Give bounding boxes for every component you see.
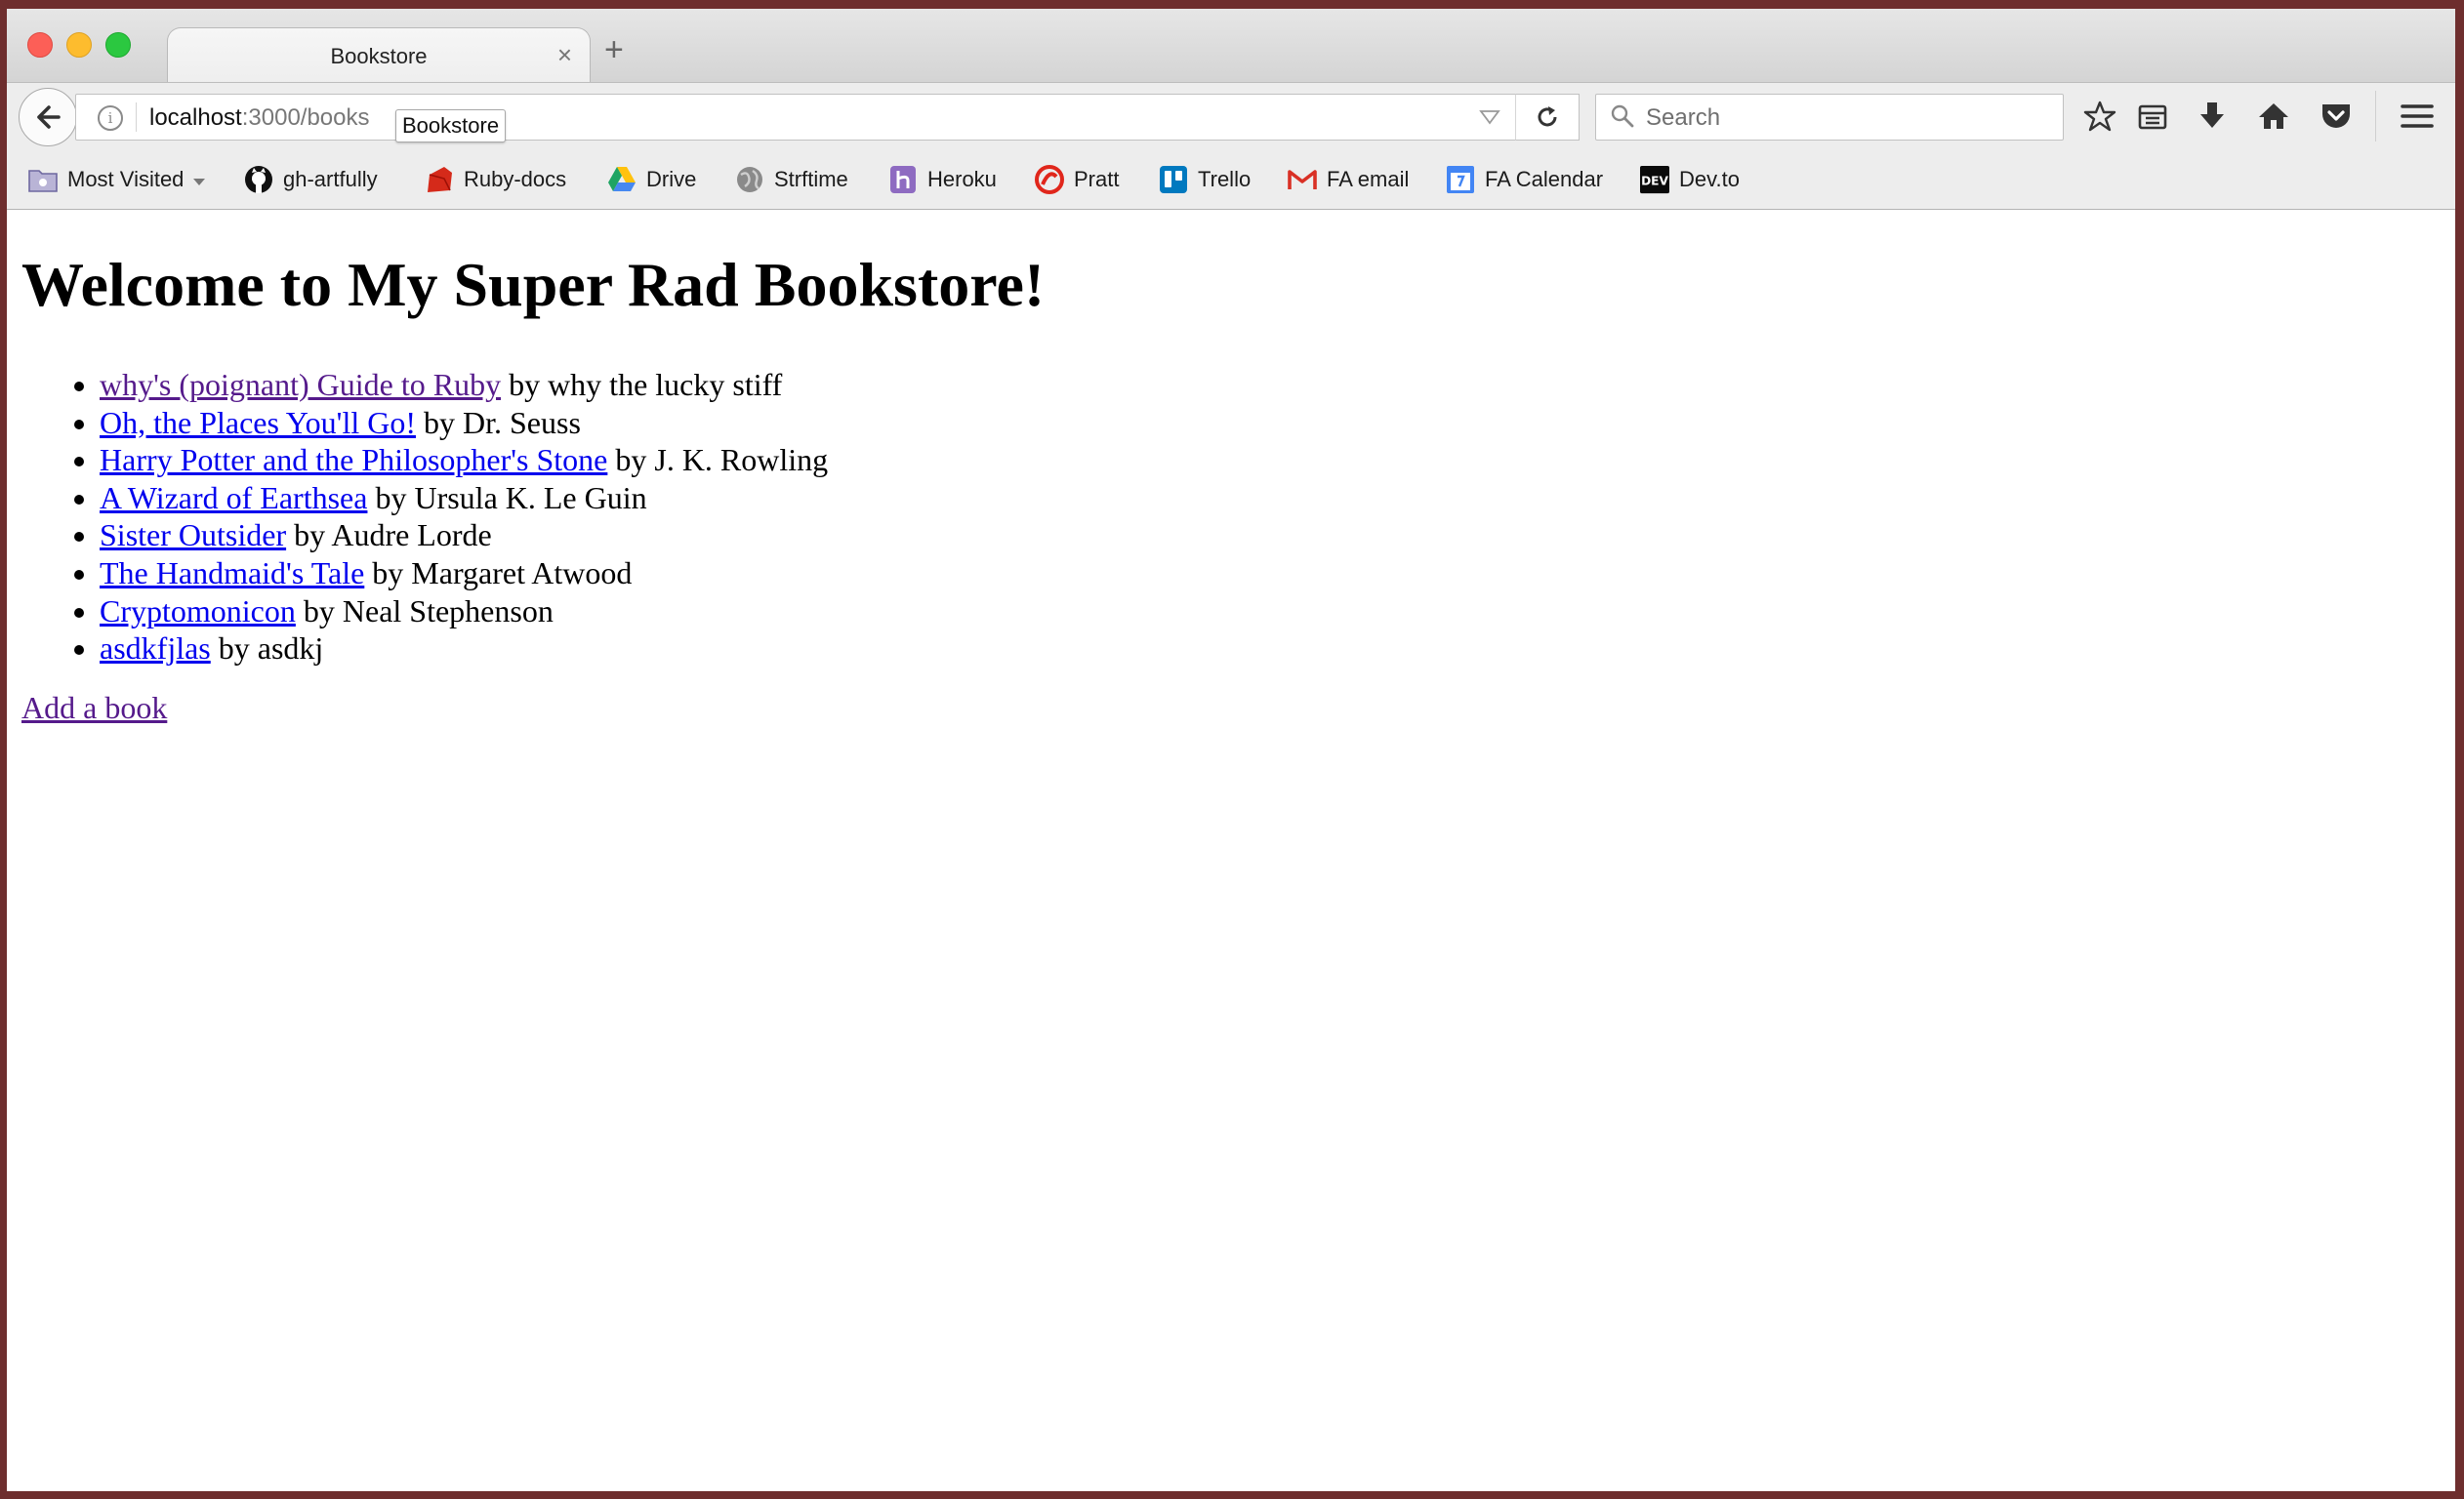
heroku-icon <box>888 165 918 194</box>
github-icon <box>244 165 273 194</box>
library-icon[interactable] <box>2131 95 2174 138</box>
book-author: by asdkj <box>210 630 324 667</box>
book-author: by Neal Stephenson <box>295 592 554 628</box>
url-separator <box>136 102 137 132</box>
book-link[interactable]: The Handmaid's Tale <box>100 555 364 590</box>
minimize-window-button[interactable] <box>66 32 92 58</box>
new-tab-button[interactable]: + <box>604 33 624 66</box>
bookmark-label: Dev.to <box>1679 167 1740 191</box>
bookmark-label: Drive <box>646 167 697 191</box>
bookmark-label: Trello <box>1198 167 1252 191</box>
reload-icon <box>1538 106 1557 127</box>
url-host: localhost <box>149 104 242 131</box>
book-author: by Ursula K. Le Guin <box>367 479 647 515</box>
bookmark-fa-email[interactable]: FA email <box>1288 164 1409 195</box>
url-text[interactable]: localhost:3000/books <box>149 104 370 132</box>
bookmark-label: Pratt <box>1074 167 1120 191</box>
tab-strip: Bookstore × + <box>7 9 2455 85</box>
book-author: by J. K. Rowling <box>607 442 829 478</box>
list-item: asdkfjlas by asdkj <box>100 629 828 668</box>
bookmark-fa-calendar[interactable]: FA Calendar <box>1446 164 1603 195</box>
bookmark-label: Heroku <box>927 167 997 191</box>
list-item: Sister Outsider by Audre Lorde <box>100 516 828 554</box>
list-item: why's (poignant) Guide to Ruby by why th… <box>100 366 828 404</box>
search-placeholder: Search <box>1646 104 1721 131</box>
book-author: by why the lucky stiff <box>501 367 783 402</box>
book-author: by Audre Lorde <box>286 517 492 553</box>
toolbar-divider <box>2375 91 2376 142</box>
search-icon <box>1610 103 1635 134</box>
bookmarks-toolbar: Most Visited gh-artfully Ruby-docs Drive <box>7 150 2455 210</box>
browser-window: Bookstore × + i localhost:3000/books Boo… <box>7 9 2455 1491</box>
menu-icon[interactable] <box>2396 95 2439 138</box>
reload-button[interactable] <box>1515 94 1580 141</box>
navigation-bar: i localhost:3000/books Bookstore Search <box>7 82 2455 151</box>
zoom-window-button[interactable] <box>105 32 131 58</box>
list-item: The Handmaid's Tale by Margaret Atwood <box>100 554 828 592</box>
page-title: Welcome to My Super Rad Bookstore! <box>21 250 1046 319</box>
bookmark-label: Most Visited <box>67 167 185 191</box>
bookmark-trello[interactable]: Trello <box>1159 164 1251 195</box>
bookmark-strftime[interactable]: Strftime <box>735 164 848 195</box>
drive-icon <box>607 165 637 194</box>
bookmark-pratt[interactable]: Pratt <box>1035 164 1119 195</box>
address-bar[interactable]: i localhost:3000/books Bookstore <box>75 94 1517 142</box>
book-list: why's (poignant) Guide to Ruby by why th… <box>21 366 828 668</box>
pocket-icon[interactable] <box>2315 95 2358 138</box>
bookmark-label: gh-artfully <box>283 167 378 191</box>
history-dropdown-icon[interactable] <box>1479 108 1500 126</box>
dev-icon: DEV <box>1640 165 1669 194</box>
back-button[interactable] <box>19 88 77 146</box>
bookmark-heroku[interactable]: Heroku <box>888 164 997 195</box>
tab-close-icon[interactable]: × <box>557 40 572 70</box>
book-author: by Margaret Atwood <box>364 554 633 590</box>
tooltip: Bookstore <box>395 109 507 142</box>
bookmark-label: FA Calendar <box>1485 167 1604 191</box>
bookmark-most-visited[interactable]: Most Visited <box>28 164 206 195</box>
list-item: Oh, the Places You'll Go! by Dr. Seuss <box>100 404 828 442</box>
chevron-down-icon <box>193 167 206 192</box>
page-content: Welcome to My Super Rad Bookstore! why's… <box>7 210 2455 1491</box>
bookmark-label: Ruby-docs <box>464 167 567 191</box>
book-link[interactable]: Harry Potter and the Philosopher's Stone <box>100 442 607 477</box>
svg-text:DEV: DEV <box>1641 175 1668 188</box>
list-item: Harry Potter and the Philosopher's Stone… <box>100 441 828 479</box>
book-link[interactable]: Cryptomonicon <box>100 593 296 628</box>
pratt-icon <box>1035 165 1064 194</box>
home-icon[interactable] <box>2252 95 2295 138</box>
ruby-icon <box>425 165 454 194</box>
site-info-icon[interactable]: i <box>98 105 123 131</box>
bookmark-label: Strftime <box>774 167 848 191</box>
tab-bookstore[interactable]: Bookstore × <box>167 27 591 85</box>
trello-icon <box>1159 165 1188 194</box>
book-author: by Dr. Seuss <box>415 404 581 440</box>
list-item: A Wizard of Earthsea by Ursula K. Le Gui… <box>100 479 828 517</box>
book-link[interactable]: A Wizard of Earthsea <box>100 480 367 515</box>
book-link[interactable]: Oh, the Places You'll Go! <box>100 405 416 440</box>
bookmark-label: FA email <box>1327 167 1410 191</box>
folder-icon <box>28 165 58 194</box>
bookmark-star-icon[interactable] <box>2078 95 2121 138</box>
close-window-button[interactable] <box>27 32 53 58</box>
back-arrow-icon <box>37 105 61 129</box>
book-link[interactable]: asdkfjlas <box>100 630 211 666</box>
book-link[interactable]: Sister Outsider <box>100 517 286 552</box>
globe-icon <box>735 165 764 194</box>
search-bar[interactable]: Search <box>1595 94 2064 141</box>
tab-title: Bookstore <box>330 44 428 68</box>
gmail-icon <box>1288 165 1317 194</box>
book-link[interactable]: why's (poignant) Guide to Ruby <box>100 367 501 402</box>
calendar-icon <box>1446 165 1475 194</box>
add-book-link[interactable]: Add a book <box>21 690 167 726</box>
bookmark-ruby-docs[interactable]: Ruby-docs <box>425 164 566 195</box>
bookmark-gh-artfully[interactable]: gh-artfully <box>244 164 378 195</box>
bookmark-dev-to[interactable]: DEV Dev.to <box>1640 164 1740 195</box>
url-path: :3000/books <box>241 104 370 131</box>
list-item: Cryptomonicon by Neal Stephenson <box>100 592 828 630</box>
bookmark-drive[interactable]: Drive <box>607 164 696 195</box>
downloads-icon[interactable] <box>2191 95 2234 138</box>
